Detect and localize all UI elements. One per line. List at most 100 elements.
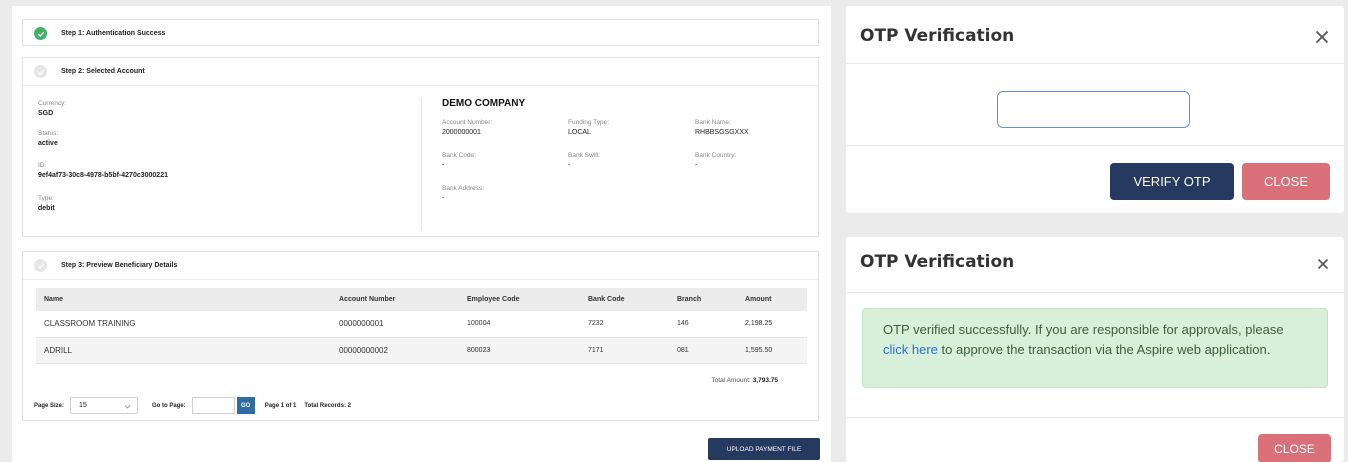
divider	[23, 279, 818, 280]
step2-title: Step 2: Selected Account	[61, 68, 145, 75]
check-circle-icon	[34, 27, 47, 40]
table-row: CLASSROOM TRAINING 0000000001 100004 723…	[36, 311, 807, 338]
currency-value: SGD	[38, 110, 54, 117]
type-label: Type:	[38, 195, 54, 202]
close-button[interactable]: CLOSE	[1242, 163, 1330, 200]
funding-type-value: LOCAL	[568, 129, 591, 136]
modal-title: OTP Verification	[860, 26, 1015, 46]
go-to-page-label: Go to Page:	[152, 402, 186, 409]
bank-name-value: RHBBSGSGXXX	[695, 129, 749, 136]
verify-otp-button[interactable]: VERIFY OTP	[1110, 163, 1234, 200]
bank-code-field: Bank Code: -	[442, 152, 476, 169]
status-label: Status:	[38, 130, 59, 137]
go-to-page-input[interactable]	[191, 397, 235, 414]
bank-name-label: Bank Name:	[695, 119, 731, 126]
cell-employee-code: 100004	[459, 311, 580, 338]
column-divider	[421, 98, 422, 231]
check-circle-icon	[34, 259, 47, 272]
currency-field: Currency: SGD	[38, 100, 66, 117]
id-value: 9ef4af73-30c8-4978-b5bf-4270c3000221	[38, 172, 168, 179]
beneficiary-table: Name Account Number Employee Code Bank C…	[36, 288, 807, 364]
cell-account-number: 00000000002	[331, 337, 459, 364]
total-amount-label: Total Amount:	[711, 377, 751, 384]
modal-header-divider	[846, 63, 1344, 64]
cell-amount: 1,595.50	[737, 337, 807, 364]
payment-panel: Step 1: Authentication Success Step 2: S…	[12, 6, 831, 462]
cell-account-number: 0000000001	[331, 311, 459, 338]
click-here-link[interactable]: click here	[883, 342, 938, 357]
account-number-field: Account Number: 2000000001	[442, 119, 492, 136]
bank-name-field: Bank Name: RHBBSGSGXXX	[695, 119, 749, 136]
bank-code-label: Bank Code:	[442, 152, 476, 159]
success-alert: OTP verified successfully. If you are re…	[862, 308, 1328, 388]
alert-text-before: OTP verified successfully. If you are re…	[883, 322, 1284, 337]
table-header-row: Name Account Number Employee Code Bank C…	[36, 288, 807, 311]
currency-label: Currency:	[38, 100, 67, 107]
funding-type-label: Funding Type:	[568, 119, 610, 126]
cell-bank-code: 7171	[580, 337, 669, 364]
id-field: ID: 9ef4af73-30c8-4978-b5bf-4270c3000221	[38, 162, 168, 179]
modal-title: OTP Verification	[860, 252, 1015, 272]
account-number-label: Account Number:	[442, 119, 493, 126]
account-number-value: 2000000001	[442, 129, 481, 136]
alert-text-after: to approve the transaction via the Aspir…	[937, 342, 1271, 357]
bank-address-value: -	[442, 195, 445, 202]
cell-amount: 2,198.25	[737, 311, 807, 338]
column-header-bank-code[interactable]: Bank Code	[580, 288, 669, 311]
page-info: Page 1 of 1	[264, 402, 297, 409]
type-value: debit	[38, 205, 55, 212]
step1-title: Step 1: Authentication Success	[61, 30, 166, 37]
status-value: active	[38, 140, 58, 147]
column-header-branch[interactable]: Branch	[669, 288, 737, 311]
close-icon[interactable]	[1317, 257, 1329, 275]
divider	[23, 85, 818, 86]
otp-modal: OTP Verification VERIFY OTP CLOSE	[846, 6, 1344, 213]
go-button[interactable]: GO	[236, 397, 255, 414]
cell-branch: 146	[669, 311, 737, 338]
bank-address-label: Bank Address:	[442, 185, 484, 192]
check-circle-icon	[34, 65, 47, 78]
upload-payment-file-button[interactable]: UPLOAD PAYMENT FILE	[708, 438, 820, 460]
cell-branch: 081	[669, 337, 737, 364]
total-records: Total Records: 2	[304, 402, 351, 409]
bank-swift-value: -	[568, 162, 571, 169]
close-icon[interactable]	[1315, 30, 1329, 49]
bank-swift-field: Bank Swift: -	[568, 152, 601, 169]
status-field: Status: active	[38, 130, 58, 147]
page-size-label: Page Size:	[34, 402, 65, 409]
bank-country-field: Bank Country: -	[695, 152, 736, 169]
company-name: DEMO COMPANY	[442, 98, 526, 109]
modal-footer-divider	[846, 145, 1344, 146]
bank-swift-label: Bank Swift:	[568, 152, 601, 159]
step3-header: Step 3: Preview Beneficiary Details	[23, 252, 818, 279]
cell-name: CLASSROOM TRAINING	[36, 311, 331, 338]
otp-input[interactable]	[997, 91, 1190, 128]
column-header-employee-code[interactable]: Employee Code	[459, 288, 580, 311]
modal-header-divider	[846, 292, 1344, 293]
cell-employee-code: 800023	[459, 337, 580, 364]
step2-card: Step 2: Selected Account Currency: SGD S…	[22, 57, 819, 237]
page-size-select[interactable]: 15	[70, 397, 139, 416]
step3-title: Step 3: Preview Beneficiary Details	[61, 262, 178, 269]
table-row: ADRILL 00000000002 800023 7171 081 1,595…	[36, 337, 807, 364]
close-button[interactable]: CLOSE	[1258, 434, 1331, 462]
cell-bank-code: 7232	[580, 311, 669, 338]
column-header-name[interactable]: Name	[36, 288, 331, 311]
pagination-bar: Page Size: 15 Go to Page: GO Page 1 of 1…	[34, 397, 359, 414]
step2-header: Step 2: Selected Account	[23, 58, 818, 85]
chevron-down-icon	[124, 401, 131, 416]
step1-header: Step 1: Authentication Success	[23, 20, 818, 47]
bank-country-value: -	[695, 162, 698, 169]
otp-success-modal: OTP Verification OTP verified successful…	[846, 237, 1344, 462]
total-amount-value: 3,793.75	[752, 377, 778, 384]
bank-code-value: -	[442, 162, 445, 169]
column-header-account-number[interactable]: Account Number	[331, 288, 459, 311]
step1-card: Step 1: Authentication Success	[22, 19, 819, 46]
type-field: Type: debit	[38, 195, 55, 212]
page-size-value: 15	[79, 402, 87, 409]
step3-card: Step 3: Preview Beneficiary Details Name…	[22, 251, 819, 421]
funding-type-field: Funding Type: LOCAL	[568, 119, 609, 136]
total-amount: Total Amount: 3,793.75	[711, 377, 778, 384]
cell-name: ADRILL	[36, 337, 331, 364]
column-header-amount[interactable]: Amount	[737, 288, 807, 311]
